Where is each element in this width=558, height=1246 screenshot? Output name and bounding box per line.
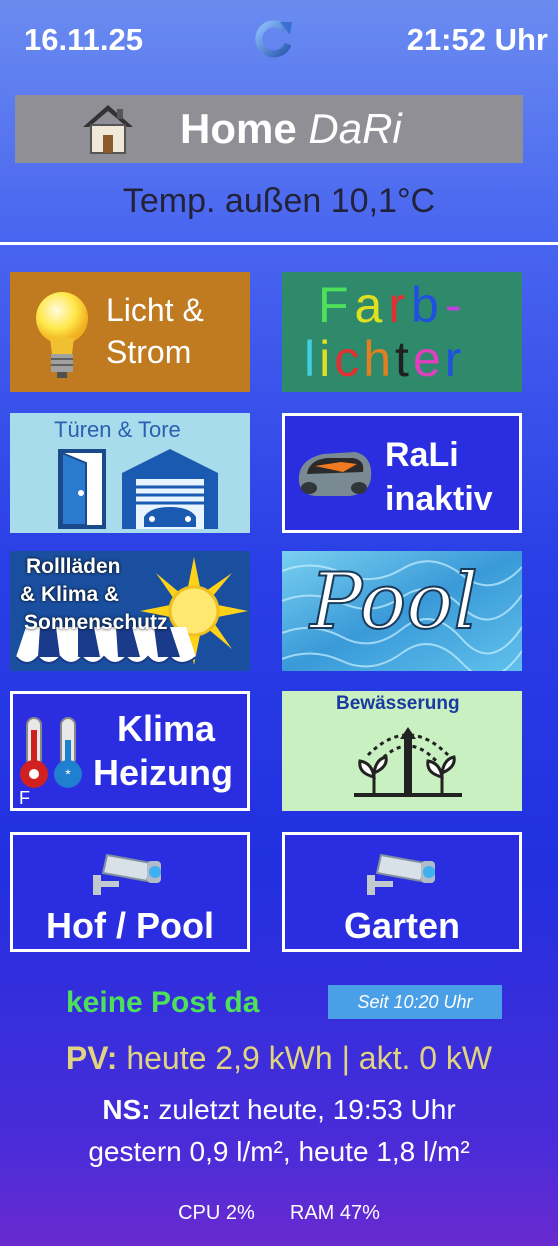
page-title: Home DaRi <box>180 105 402 152</box>
tile-pool[interactable]: Pool <box>282 551 522 671</box>
farb-line1-letter: a <box>354 277 389 333</box>
date-display: 16.11.25 <box>24 22 143 57</box>
cpu-usage: CPU 2% <box>178 1202 255 1224</box>
tile-rali-line1: RaLi <box>385 436 459 474</box>
farb-line2: lichter <box>304 330 465 388</box>
tile-rolllaeden[interactable]: Rollläden & Klima & Sonnenschutz <box>10 551 250 671</box>
ram-usage: RAM 47% <box>289 1202 380 1224</box>
garage-icon <box>120 447 220 533</box>
tile-farblichter[interactable]: Farb- lichter <box>282 272 522 392</box>
tile-garten-label: Garten <box>343 905 461 946</box>
divider <box>0 242 558 245</box>
ns-label: NS: <box>102 1094 151 1125</box>
tile-hof-label: Hof / Pool <box>46 905 214 946</box>
pv-status: PV: heute 2,9 kWh | akt. 0 kW <box>0 1040 558 1077</box>
tile-pool-label: Pool <box>309 556 479 648</box>
tile-garten-camera[interactable]: Garten <box>282 832 522 952</box>
farb-line1-letter: r <box>388 277 412 333</box>
svg-text:*: * <box>65 766 71 782</box>
tile-klima-heizung[interactable]: * Klima Heizung F <box>10 691 250 811</box>
top-bar: 16.11.25 21:52 Uhr <box>0 20 558 62</box>
tile-hof-pool-camera[interactable]: Hof / Pool <box>10 832 250 952</box>
tile-tueren-tore[interactable]: Türen & Tore <box>10 413 250 533</box>
title-bar[interactable]: Home DaRi <box>15 95 523 163</box>
camera-icon <box>365 849 439 902</box>
tile-roll-line1: Rollläden <box>26 555 121 578</box>
door-icon <box>56 449 108 533</box>
farb-line1-letter: b <box>411 277 445 333</box>
tile-bewaesserung[interactable]: Bewässerung <box>282 691 522 811</box>
tile-rali-line2: inaktiv <box>385 480 493 518</box>
camera-icon <box>91 849 165 902</box>
tile-bewaess-label: Bewässerung <box>336 693 460 714</box>
tile-roll-line3: Sonnenschutz <box>24 611 168 634</box>
farb-line1: Farb- <box>318 276 467 334</box>
tile-licht-line2: Strom <box>106 334 192 370</box>
farb-line2-letter: h <box>363 331 396 387</box>
tile-klima-line2: Heizung <box>93 752 233 793</box>
tile-klima-corner: F <box>19 788 30 808</box>
pv-label: PV: <box>65 1040 118 1076</box>
farb-line2-letter: r <box>444 331 466 387</box>
farb-line2-letter: i <box>319 331 335 387</box>
tile-licht-strom[interactable]: Licht & Strom <box>10 272 250 392</box>
farb-line2-letter: t <box>395 331 413 387</box>
tile-tueren-label: Türen & Tore <box>54 417 181 442</box>
thermometer-icon: * <box>19 716 89 795</box>
lightbulb-icon <box>32 288 92 385</box>
system-stats: CPU 2% RAM 47% <box>0 1202 558 1225</box>
mail-since-badge: Seit 10:20 Uhr <box>328 985 502 1019</box>
ns-rain-amounts: gestern 0,9 l/m², heute 1,8 l/m² <box>88 1136 470 1167</box>
robot-mower-icon <box>293 442 375 507</box>
mail-status: keine Post da <box>66 986 260 1019</box>
farb-line2-letter: c <box>334 331 364 387</box>
time-display: 21:52 Uhr <box>406 22 548 57</box>
farb-line2-letter: e <box>412 331 445 387</box>
tile-rali[interactable]: RaLi inaktiv <box>282 413 522 533</box>
home-icon <box>81 103 135 155</box>
farb-line1-letter: F <box>318 277 355 333</box>
ns-text: zuletzt heute, 19:53 Uhr <box>150 1094 456 1125</box>
ns-status: NS: zuletzt heute, 19:53 Uhr <box>0 1094 558 1126</box>
pv-text: heute 2,9 kWh | akt. 0 kW <box>117 1040 493 1076</box>
farb-line2-letter: l <box>304 331 320 387</box>
tile-roll-line2: & Klima & <box>20 583 120 606</box>
farb-line1-letter: - <box>444 277 468 333</box>
tile-licht-line1: Licht & <box>106 292 204 328</box>
refresh-icon[interactable] <box>250 16 296 62</box>
sprinkler-icon <box>348 715 468 811</box>
outside-temperature: Temp. außen 10,1°C <box>122 182 436 220</box>
tile-klima-line1: Klima <box>117 708 216 749</box>
